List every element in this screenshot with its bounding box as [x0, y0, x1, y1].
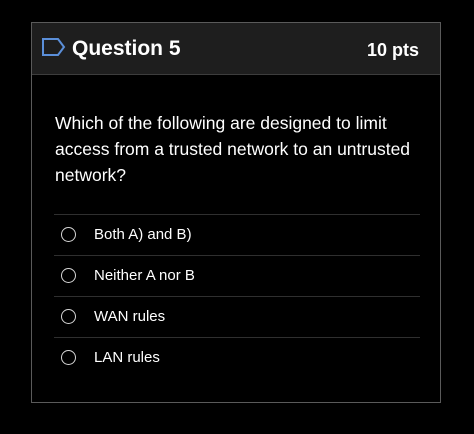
question-points: 10 pts	[366, 40, 419, 60]
answer-option[interactable]: Neither A nor B	[54, 255, 420, 296]
answer-option[interactable]: Both A) and B)	[54, 214, 420, 255]
answer-list: Both A) and B) Neither A nor B WAN rules…	[54, 214, 420, 378]
question-text: Which of the following are designed to l…	[55, 113, 411, 185]
answer-option[interactable]: LAN rules	[54, 337, 420, 378]
radio-button[interactable]	[61, 309, 76, 324]
answer-label[interactable]: Both A) and B)	[94, 225, 192, 245]
bookmark-flag-icon[interactable]	[41, 37, 67, 57]
radio-button[interactable]	[61, 227, 76, 242]
answer-option[interactable]: WAN rules	[54, 296, 420, 337]
radio-button[interactable]	[61, 268, 76, 283]
question-card: Question 5 10 pts Which of the following…	[31, 22, 441, 403]
answer-label[interactable]: LAN rules	[94, 348, 160, 368]
answer-label[interactable]: WAN rules	[94, 307, 165, 327]
answer-label[interactable]: Neither A nor B	[94, 266, 195, 286]
radio-button[interactable]	[61, 350, 76, 365]
question-header: Question 5 10 pts	[32, 23, 440, 75]
question-title: Question 5	[72, 37, 181, 60]
